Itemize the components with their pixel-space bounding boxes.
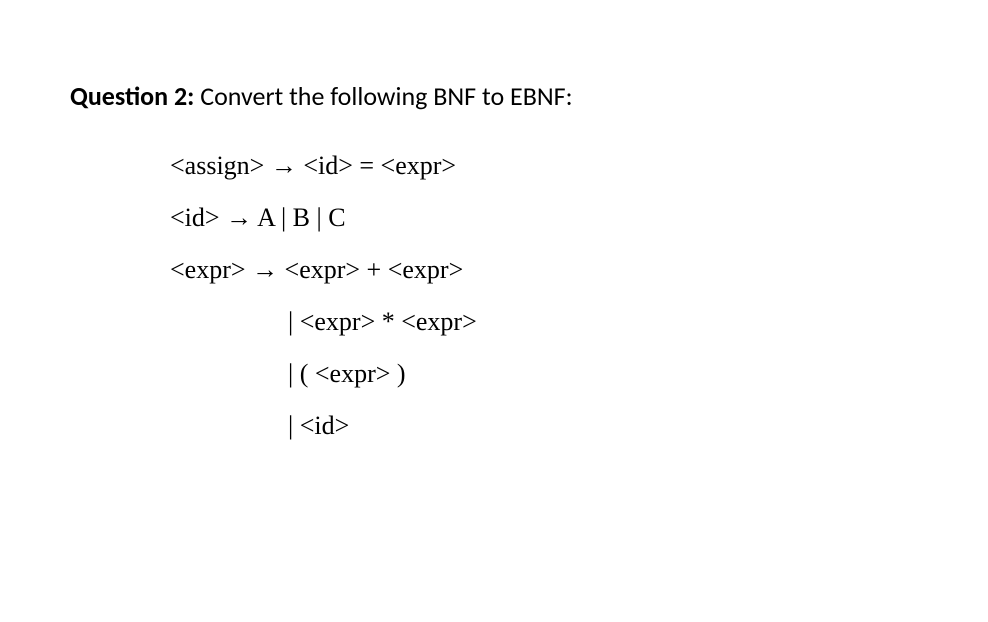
grammar-block: <assign> → <id> = <expr> <id> → A | B | … — [170, 140, 918, 452]
grammar-rule-id: <id> → A | B | C — [170, 192, 918, 244]
grammar-rule-expr-alt1: | <expr> * <expr> — [170, 296, 918, 348]
question-header: Question 2: Convert the following BNF to… — [70, 80, 918, 112]
grammar-rule-expr-alt2: | ( <expr> ) — [170, 348, 918, 400]
grammar-rule-expr: <expr> → <expr> + <expr> — [170, 244, 918, 296]
question-prompt: Convert the following BNF to EBNF: — [194, 80, 572, 112]
question-label: Question 2: — [70, 80, 194, 112]
grammar-rule-expr-alt3: | <id> — [170, 400, 918, 452]
grammar-rule-assign: <assign> → <id> = <expr> — [170, 140, 918, 192]
